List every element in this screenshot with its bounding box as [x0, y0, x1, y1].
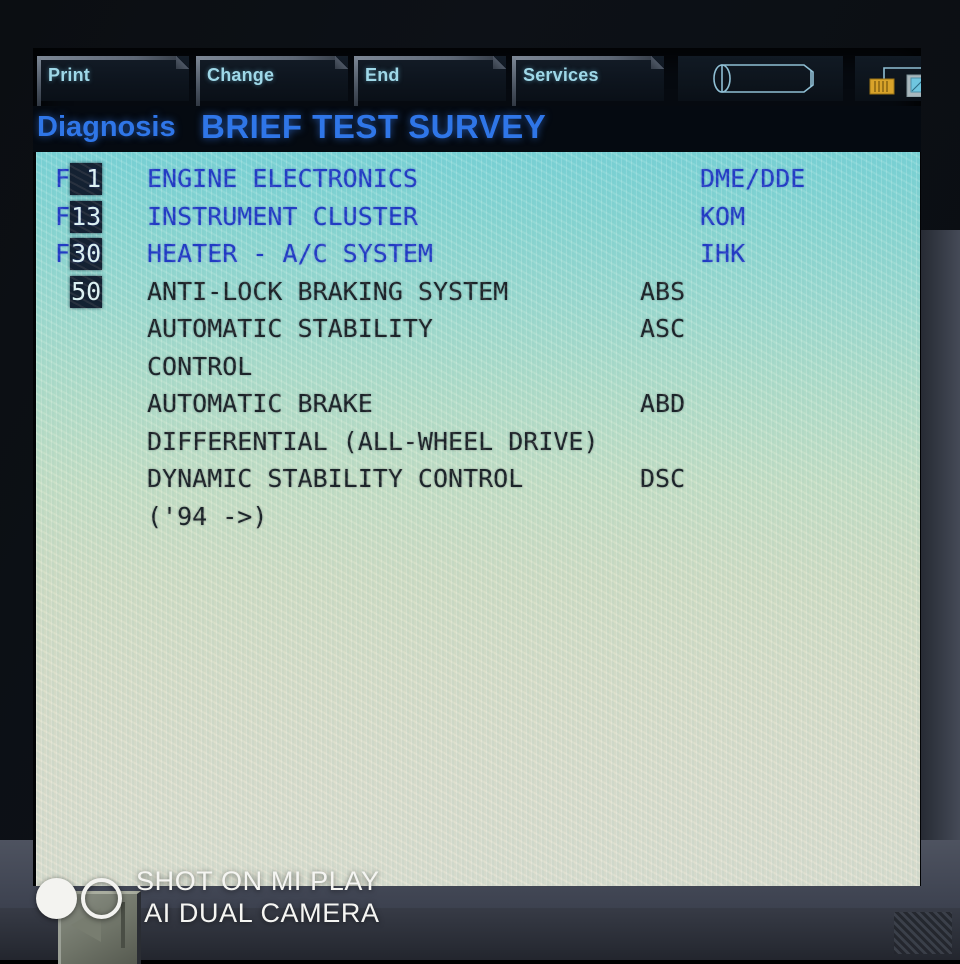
module-number-highlight: 13 — [70, 200, 103, 233]
module-list-row[interactable]: DIFFERENTIAL (ALL-WHEEL DRIVE) — [55, 423, 920, 461]
photograph-background: Print Change End Services Diagnosis BRIE… — [0, 0, 960, 964]
module-abbreviation: ASC — [640, 314, 686, 343]
cartridge-status-pane[interactable] — [678, 56, 843, 101]
module-number-highlight: 30 — [70, 238, 103, 270]
camera-watermark: SHOT ON MI PLAY AI DUAL CAMERA — [36, 866, 380, 930]
page-title: BRIEF TEST SURVEY — [201, 108, 547, 145]
page-header: Diagnosis BRIEF TEST SURVEY — [33, 106, 921, 152]
module-abbreviation: DSC — [640, 464, 686, 493]
connector-status-pane[interactable] — [855, 56, 921, 101]
module-name: CONTROL — [147, 351, 253, 381]
crt-screen: Print Change End Services Diagnosis BRIE… — [33, 48, 921, 886]
module-name: ENGINE ELECTRONICS — [147, 164, 418, 193]
tab-print-label: Print — [48, 65, 91, 85]
tab-bevel-top — [354, 56, 494, 60]
mode-label: Diagnosis — [37, 111, 176, 143]
speaker-vent — [894, 912, 952, 954]
dual-lens-icon — [36, 876, 122, 920]
control-module-list: F 1 ENGINE ELECTRONICS DME/DDE F13 INSTRUMEN… — [55, 160, 920, 535]
tab-bevel-corner — [176, 56, 189, 69]
module-name: INSTRUMENT CLUSTER — [147, 201, 418, 231]
tab-print[interactable]: Print — [37, 56, 189, 111]
cartridge-cylinder-icon — [708, 62, 818, 100]
tab-bevel-corner — [335, 56, 348, 69]
device-right-panel — [916, 230, 960, 840]
module-name: ANTI-LOCK BRAKING SYSTEM — [147, 276, 509, 306]
tab-bevel-top — [512, 56, 652, 60]
tab-bevel-top — [37, 56, 177, 60]
module-name: HEATER - A/C SYSTEM — [147, 239, 433, 268]
module-abbreviation: ABS — [640, 276, 686, 306]
module-name: AUTOMATIC STABILITY — [147, 314, 433, 343]
module-list-row[interactable]: F 1 ENGINE ELECTRONICS DME/DDE — [55, 160, 920, 198]
watermark-line-2: AI DUAL CAMERA — [144, 898, 380, 929]
module-name: ('94 ->) — [147, 501, 268, 531]
tab-end-label: End — [365, 65, 400, 85]
module-name: DIFFERENTIAL (ALL-WHEEL DRIVE) — [147, 426, 599, 456]
module-list-row[interactable]: F13 INSTRUMENT CLUSTER KOM — [55, 198, 920, 236]
module-list-row[interactable]: 50 ANTI-LOCK BRAKING SYSTEM ABS — [55, 273, 920, 311]
watermark-text: SHOT ON MI PLAY AI DUAL CAMERA — [136, 866, 380, 930]
module-list-row[interactable]: ('94 ->) — [55, 498, 920, 536]
module-code-prefix: F — [55, 164, 71, 193]
tab-bevel-left — [37, 56, 41, 111]
module-abbreviation: KOM — [700, 201, 746, 231]
module-list-row[interactable]: AUTOMATIC BRAKE ABD — [55, 385, 920, 423]
module-abbreviation: DME/DDE — [700, 164, 806, 193]
toolbar: Print Change End Services — [33, 48, 921, 111]
module-list-row[interactable]: CONTROL — [55, 348, 920, 386]
module-number-highlight: 50 — [70, 275, 103, 308]
module-code-prefix: F — [55, 201, 71, 231]
tab-services[interactable]: Services — [512, 56, 664, 111]
tab-bevel-corner — [651, 56, 664, 69]
tab-bevel-top — [196, 56, 336, 60]
lens-filled-icon — [36, 878, 77, 920]
tab-change-label: Change — [207, 65, 275, 85]
tab-bevel-corner — [493, 56, 506, 69]
module-code: F30 — [55, 235, 103, 273]
module-name: AUTOMATIC BRAKE — [147, 389, 373, 418]
tab-services-label: Services — [523, 65, 599, 85]
lens-ring-icon — [81, 878, 122, 920]
module-code-prefix: F — [55, 239, 71, 268]
module-list-row[interactable]: F30 HEATER - A/C SYSTEM IHK — [55, 235, 920, 273]
module-code: F 1 — [55, 160, 103, 198]
tab-change[interactable]: Change — [196, 56, 348, 111]
tab-bevel-left — [196, 56, 200, 111]
module-list-row[interactable]: DYNAMIC STABILITY CONTROL DSC — [55, 460, 920, 498]
module-name: DYNAMIC STABILITY CONTROL — [147, 464, 524, 493]
brief-test-survey-content: F 1 ENGINE ELECTRONICS DME/DDE F13 INSTRUMEN… — [36, 152, 920, 886]
module-list-row[interactable]: AUTOMATIC STABILITY ASC — [55, 310, 920, 348]
module-number-highlight: 1 — [70, 163, 103, 195]
watermark-line-1: SHOT ON MI PLAY — [136, 866, 380, 897]
tab-bevel-left — [512, 56, 516, 111]
module-code: F13 — [55, 198, 103, 236]
module-code: 50 — [55, 273, 103, 311]
tab-bevel-left — [354, 56, 358, 111]
tab-end[interactable]: End — [354, 56, 506, 111]
diagnostic-connector-icon — [867, 61, 921, 102]
module-abbreviation: IHK — [700, 239, 746, 268]
module-code-spacer — [55, 277, 70, 306]
module-abbreviation: ABD — [640, 389, 686, 418]
